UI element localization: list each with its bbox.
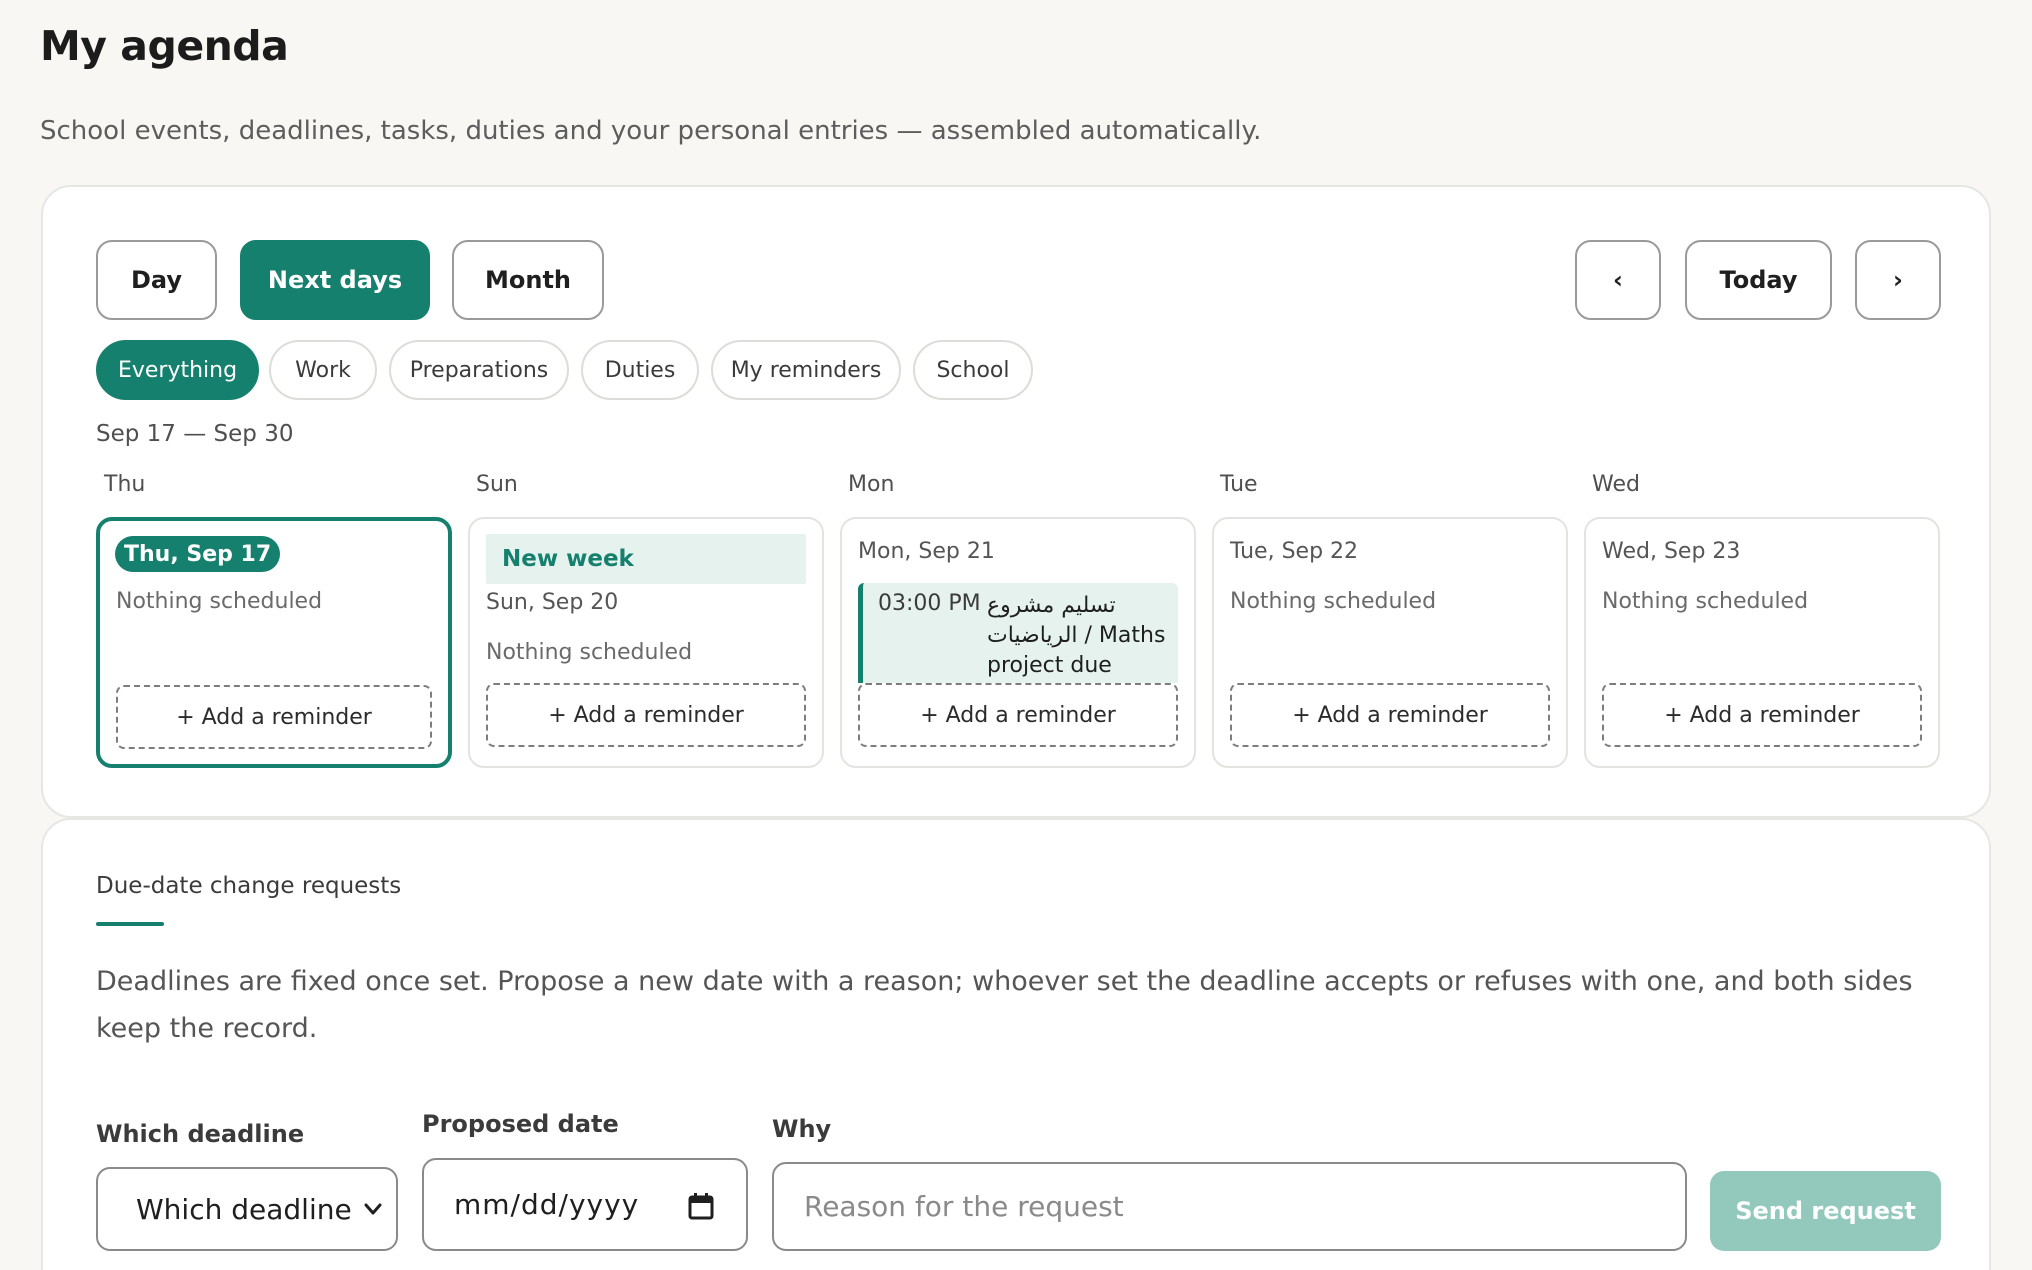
- date-range: Sep 17 — Sep 30: [96, 421, 294, 447]
- day-card: New week Sun, Sep 20 Nothing scheduled +…: [468, 517, 824, 768]
- day-card: Mon, Sep 21 03:00 PM تسليم مشروع الرياضي…: [840, 517, 1196, 768]
- empty-state: Nothing scheduled: [1602, 589, 1809, 614]
- reason-placeholder: Reason for the request: [804, 1190, 1124, 1223]
- day-card-today: Thu, Sep 17 Nothing scheduled + Add a re…: [96, 517, 452, 768]
- prev-button[interactable]: ‹: [1575, 240, 1661, 320]
- filter-school[interactable]: School: [913, 340, 1033, 400]
- title-underline: [96, 922, 164, 926]
- add-reminder-button[interactable]: + Add a reminder: [1602, 683, 1922, 747]
- weekday-label: Mon: [848, 472, 895, 497]
- filter-preparations[interactable]: Preparations: [389, 340, 569, 400]
- day-date: Sun, Sep 20: [486, 590, 619, 615]
- view-month-button[interactable]: Month: [452, 240, 604, 320]
- page-subtitle: School events, deadlines, tasks, duties …: [40, 116, 1262, 146]
- empty-state: Nothing scheduled: [486, 640, 693, 665]
- weekday-label: Wed: [1592, 472, 1640, 497]
- today-button[interactable]: Today: [1685, 240, 1832, 320]
- why-label: Why: [772, 1115, 832, 1143]
- deadline-select[interactable]: Which deadline: [96, 1167, 398, 1251]
- new-week-banner: New week: [486, 534, 806, 584]
- add-reminder-button[interactable]: + Add a reminder: [116, 685, 432, 749]
- next-button[interactable]: ›: [1855, 240, 1941, 320]
- empty-state: Nothing scheduled: [116, 589, 323, 614]
- day-date: Tue, Sep 22: [1230, 539, 1359, 564]
- view-day-button[interactable]: Day: [96, 240, 217, 320]
- filter-everything[interactable]: Everything: [96, 340, 259, 400]
- calendar-icon[interactable]: [688, 1192, 714, 1220]
- filter-duties[interactable]: Duties: [581, 340, 699, 400]
- requests-card: Due-date change requests Deadlines are f…: [41, 818, 1991, 1270]
- filter-my-reminders[interactable]: My reminders: [711, 340, 901, 400]
- deadline-select-value: Which deadline: [136, 1192, 352, 1226]
- weekday-label: Tue: [1220, 472, 1258, 497]
- chevron-down-icon: [364, 1203, 382, 1215]
- day-card: Tue, Sep 22 Nothing scheduled + Add a re…: [1212, 517, 1568, 768]
- weekday-label: Sun: [476, 472, 518, 497]
- add-reminder-button[interactable]: + Add a reminder: [1230, 683, 1550, 747]
- reason-input[interactable]: Reason for the request: [772, 1162, 1687, 1251]
- deadline-label: Which deadline: [96, 1120, 305, 1148]
- event-title: تسليم مشروع الرياضيات / Maths project du…: [987, 593, 1166, 678]
- requests-title: Due-date change requests: [96, 873, 402, 899]
- today-date-badge: Thu, Sep 17: [115, 536, 281, 572]
- weekday-label: Thu: [104, 472, 146, 497]
- day-date: Wed, Sep 23: [1602, 539, 1741, 564]
- page-title: My agenda: [40, 22, 289, 70]
- requests-description: Deadlines are fixed once set. Propose a …: [96, 966, 1913, 1044]
- agenda-event[interactable]: 03:00 PM تسليم مشروع الرياضيات / Maths p…: [858, 583, 1178, 683]
- filter-work[interactable]: Work: [269, 340, 377, 400]
- proposed-date-input[interactable]: mm/dd/yyyy: [422, 1158, 748, 1251]
- agenda-card: Day Next days Month ‹ Today › Everything…: [41, 185, 1991, 818]
- add-reminder-button[interactable]: + Add a reminder: [486, 683, 806, 747]
- empty-state: Nothing scheduled: [1230, 589, 1437, 614]
- add-reminder-button[interactable]: + Add a reminder: [858, 683, 1178, 747]
- day-date: Mon, Sep 21: [858, 539, 995, 564]
- event-time: 03:00 PM: [878, 591, 981, 616]
- proposed-date-label: Proposed date: [422, 1110, 619, 1138]
- send-request-button[interactable]: Send request: [1710, 1171, 1941, 1251]
- view-next-days-button[interactable]: Next days: [240, 240, 430, 320]
- date-placeholder: mm/dd/yyyy: [454, 1188, 640, 1221]
- day-card: Wed, Sep 23 Nothing scheduled + Add a re…: [1584, 517, 1940, 768]
